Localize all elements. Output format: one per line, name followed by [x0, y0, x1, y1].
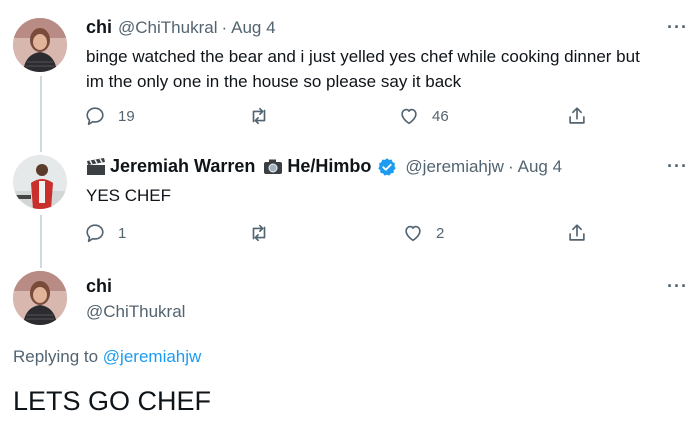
- share-icon: [569, 224, 585, 241]
- replying-to-handle[interactable]: @jeremiahjw: [103, 347, 202, 366]
- separator-dot: ·: [221, 17, 228, 37]
- more-icon[interactable]: ···: [667, 156, 688, 177]
- separator-dot: ·: [507, 156, 514, 176]
- display-name-suffix[interactable]: He/Himbo: [287, 156, 371, 177]
- tweet-text-line: im the only one in the house so please s…: [86, 72, 462, 91]
- share-icon: [569, 107, 585, 124]
- user-handle[interactable]: @ChiThukral: [86, 302, 185, 322]
- display-name[interactable]: chi: [86, 276, 112, 297]
- tweet-date[interactable]: Aug 4: [231, 18, 275, 38]
- retweet-icon: [252, 107, 266, 125]
- retweet-button[interactable]: [248, 222, 282, 244]
- tweet-text-line: binge watched the bear and i just yelled…: [86, 47, 640, 66]
- reply-count: 19: [118, 107, 135, 125]
- retweet-icon: [252, 224, 266, 242]
- replying-to: Replying to @jeremiahjw: [13, 347, 201, 367]
- avatar[interactable]: [13, 155, 67, 209]
- retweet-button[interactable]: [248, 105, 282, 127]
- reply-button[interactable]: 19: [84, 105, 135, 127]
- reply-icon: [86, 107, 104, 126]
- share-button[interactable]: [566, 222, 600, 244]
- like-count: 2: [436, 224, 445, 242]
- verified-icon: [378, 157, 397, 176]
- like-button[interactable]: 46: [398, 105, 449, 127]
- like-icon: [405, 225, 421, 242]
- display-name[interactable]: Jeremiah Warren: [110, 156, 255, 177]
- reply-button[interactable]: 1: [84, 222, 126, 244]
- tweet-header: Jeremiah Warren He/Himbo @jeremiahjw · A…: [86, 156, 562, 177]
- focused-tweet-text: LETS GO CHEF: [13, 386, 212, 416]
- like-button[interactable]: 2: [402, 222, 444, 244]
- tweet-header: chi @ChiThukral · Aug 4: [86, 17, 276, 38]
- clapper-emoji-icon: [87, 157, 105, 175]
- share-button[interactable]: [566, 105, 600, 127]
- avatar[interactable]: [13, 271, 67, 325]
- camera-emoji-icon: [264, 159, 283, 174]
- tweet-text: binge watched the bear and i just yelled…: [86, 44, 686, 94]
- reply-icon: [86, 224, 104, 243]
- avatar[interactable]: [13, 18, 67, 72]
- thread-line: [40, 215, 42, 268]
- thread-line: [40, 76, 42, 152]
- replying-to-label: Replying to: [13, 347, 99, 366]
- tweet-date[interactable]: Aug 4: [518, 157, 562, 177]
- tweet-text: YES CHEF: [86, 186, 172, 205]
- more-icon[interactable]: ···: [667, 276, 688, 297]
- user-handle[interactable]: @ChiThukral: [118, 18, 217, 38]
- like-icon: [401, 108, 417, 125]
- user-handle[interactable]: @jeremiahjw: [405, 157, 504, 177]
- more-icon[interactable]: ···: [667, 17, 688, 38]
- reply-count: 1: [118, 224, 127, 242]
- display-name[interactable]: chi: [86, 17, 112, 38]
- like-count: 46: [432, 107, 449, 125]
